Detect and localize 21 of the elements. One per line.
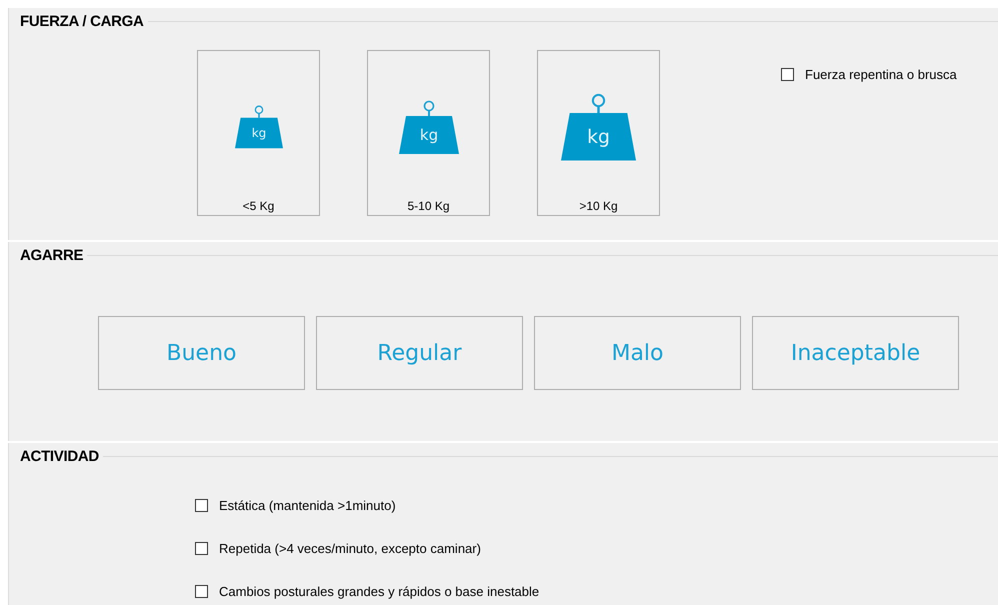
weight-option[interactable]: kg <5 Kg [197, 50, 320, 216]
weight-label: 5-10 Kg [407, 199, 450, 215]
weight-option[interactable]: kg 5-10 Kg [367, 50, 490, 216]
checkbox-label: Estática (mantenida >1minuto) [219, 498, 396, 513]
section-title: ACTIVIDAD [20, 448, 99, 464]
checkbox[interactable] [195, 542, 208, 555]
weight-label: <5 Kg [242, 199, 274, 215]
checkbox[interactable] [781, 68, 794, 81]
grip-button[interactable]: Bueno [98, 316, 305, 390]
checkbox[interactable] [195, 499, 208, 512]
checkbox-label: Cambios posturales grandes y rápidos o base inestable [219, 584, 540, 599]
section-title: FUERZA / CARGA [20, 12, 144, 30]
checkbox[interactable] [195, 585, 208, 598]
checkbox-label: Fuerza repentina o brusca [805, 67, 957, 82]
grip-button[interactable]: Malo [534, 316, 741, 390]
grip-button[interactable]: Regular [316, 316, 523, 390]
weight-option[interactable]: kg >10 Kg [537, 50, 660, 216]
section-title: AGARRE [20, 246, 84, 264]
checkbox-label: Repetida (>4 veces/minuto, excepto caminar) [219, 541, 481, 556]
weight-label: >10 Kg [579, 199, 618, 215]
grip-button[interactable]: Inaceptable [752, 316, 959, 390]
